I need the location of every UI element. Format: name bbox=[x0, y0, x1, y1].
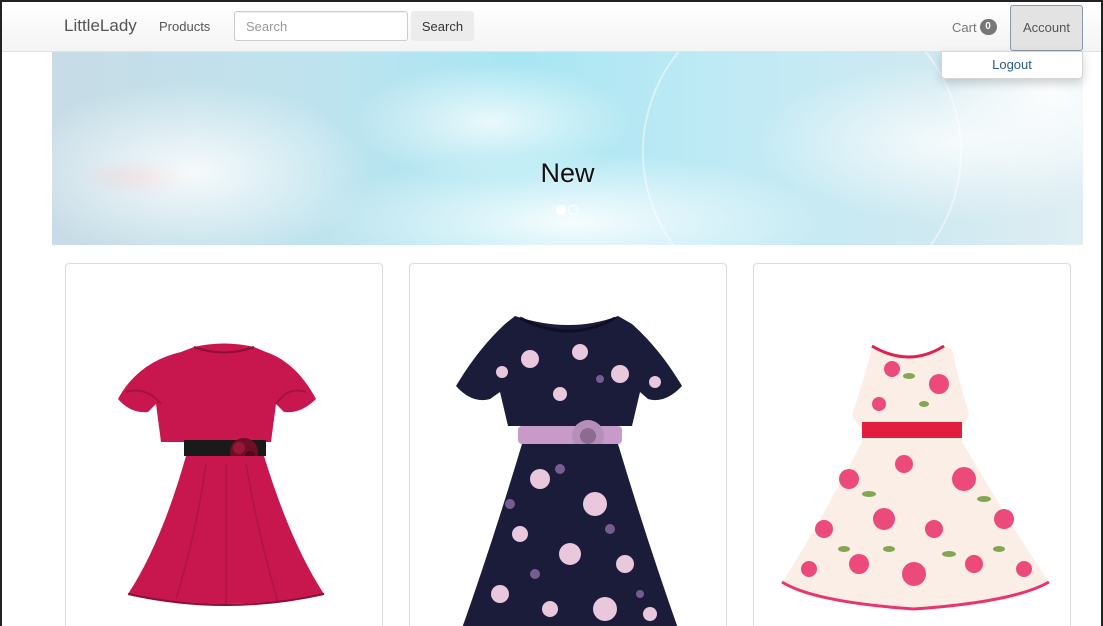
carousel-indicators bbox=[556, 205, 578, 215]
rose-print-dress-image bbox=[781, 344, 1050, 611]
account-dropdown-toggle[interactable]: Account bbox=[1010, 5, 1083, 51]
search-input[interactable] bbox=[234, 11, 408, 41]
cart-link[interactable]: Cart 0 bbox=[952, 19, 997, 35]
logout-menu-item[interactable]: Logout bbox=[942, 52, 1082, 78]
cart-label: Cart bbox=[952, 19, 977, 35]
search-button[interactable]: Search bbox=[411, 11, 474, 41]
carousel-caption: New bbox=[540, 158, 595, 188]
brand-link[interactable]: LittleLady bbox=[64, 16, 137, 36]
account-dropdown-menu: Logout bbox=[941, 51, 1083, 79]
product-card-3[interactable] bbox=[753, 263, 1071, 626]
nav-products-link[interactable]: Products bbox=[159, 19, 210, 34]
navbar: LittleLady Products Search Cart 0 Accoun… bbox=[2, 2, 1101, 52]
carousel-indicator-2[interactable] bbox=[568, 205, 578, 215]
hero-carousel[interactable]: New bbox=[52, 52, 1083, 245]
carousel-indicator-1[interactable] bbox=[556, 205, 566, 215]
navy-floral-dress-image bbox=[456, 316, 682, 626]
pink-ruffle-dress-image bbox=[118, 343, 325, 606]
hero-lens-flare bbox=[642, 52, 962, 245]
cart-count-badge: 0 bbox=[979, 19, 997, 35]
product-card-1[interactable] bbox=[65, 263, 383, 626]
product-card-2[interactable] bbox=[409, 263, 727, 626]
